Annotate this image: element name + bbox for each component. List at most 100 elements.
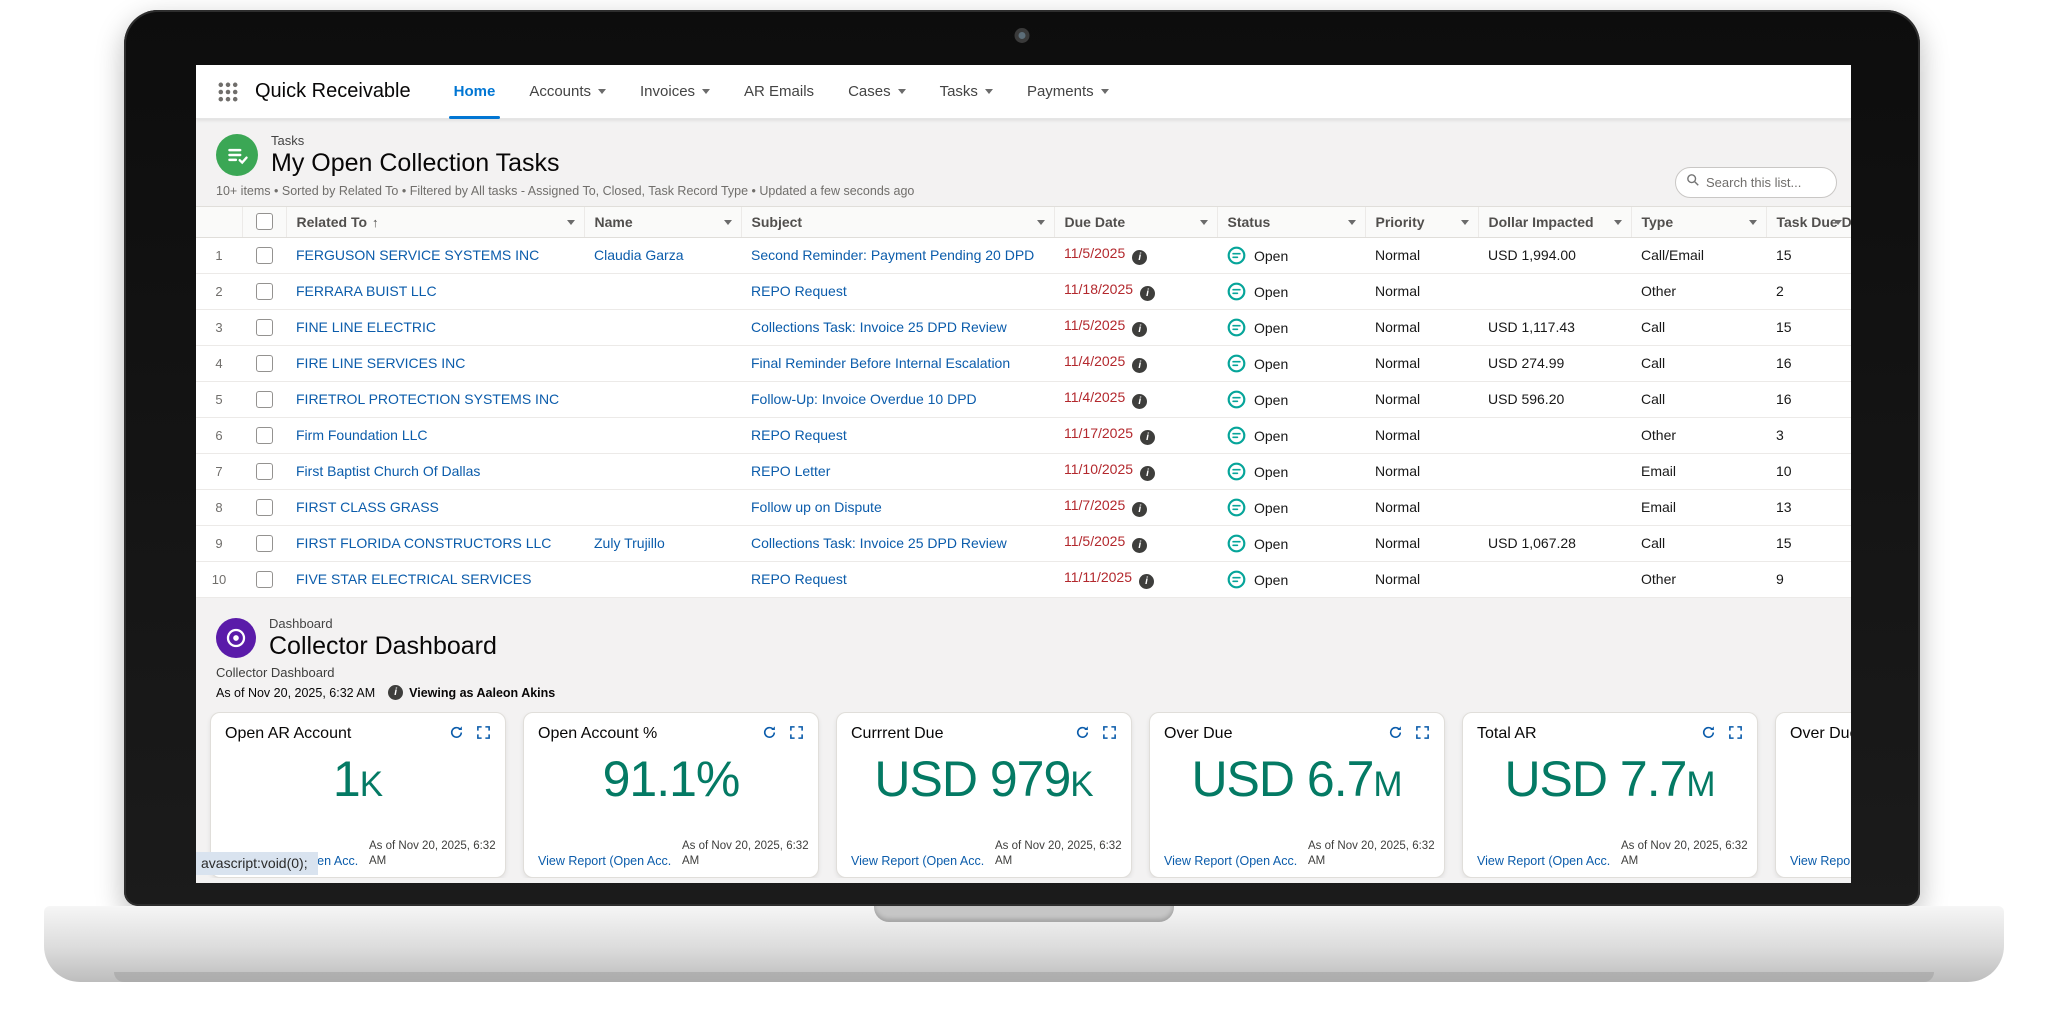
dashboard-section: Dashboard Collector Dashboard Collector … [196, 598, 1851, 878]
row-checkbox[interactable] [255, 570, 273, 588]
view-report-link[interactable]: View Report (Open Acc... [851, 854, 985, 868]
expand-icon[interactable] [1102, 725, 1117, 740]
name-link[interactable]: Claudia Garza [594, 247, 684, 263]
chevron-down-icon[interactable] [1748, 219, 1757, 225]
refresh-icon[interactable] [449, 725, 464, 740]
view-report-link[interactable]: View Report (Open Acc... [538, 854, 672, 868]
name-cell [584, 417, 741, 454]
related-to-link[interactable]: FERGUSON SERVICE SYSTEMS INC [296, 247, 539, 263]
overdue-info-icon[interactable]: i [1140, 286, 1156, 301]
chevron-down-icon[interactable] [723, 219, 732, 225]
related-to-link[interactable]: FIVE STAR ELECTRICAL SERVICES [296, 571, 531, 587]
row-checkbox[interactable] [255, 498, 273, 516]
subject-link[interactable]: Follow-Up: Invoice Overdue 10 DPD [751, 391, 977, 407]
subject-link[interactable]: REPO Request [751, 283, 847, 299]
due-date-cell: 11/4/2025 i [1054, 345, 1217, 382]
refresh-icon[interactable] [1075, 725, 1090, 740]
chevron-down-icon[interactable] [1199, 219, 1208, 225]
column-header-type[interactable]: Type [1630, 205, 1766, 238]
subject-link[interactable]: REPO Request [751, 571, 847, 587]
tab-invoices[interactable]: Invoices [623, 65, 727, 119]
overdue-info-icon[interactable]: i [1132, 358, 1148, 373]
subject-link[interactable]: Collections Task: Invoice 25 DPD Review [751, 319, 1007, 335]
column-header-priority[interactable]: Priority [1364, 205, 1478, 238]
subject-link[interactable]: Collections Task: Invoice 25 DPD Review [751, 535, 1007, 551]
column-header-name[interactable]: Name [583, 205, 741, 238]
search-input[interactable] [1706, 175, 1826, 190]
subject-link[interactable]: Final Reminder Before Internal Escalatio… [751, 355, 1010, 371]
task-due-days-cell: 3 [1766, 417, 1851, 454]
tab-accounts[interactable]: Accounts [512, 65, 623, 119]
expand-icon[interactable] [1415, 725, 1430, 740]
overdue-info-icon[interactable]: i [1132, 322, 1148, 337]
select-all-checkbox[interactable] [255, 213, 273, 231]
refresh-icon[interactable] [762, 725, 777, 740]
metric-value: 1K [332, 751, 384, 807]
page-title: My Open Collection Tasks [271, 149, 560, 177]
dollar-impacted-cell [1478, 489, 1631, 526]
row-checkbox[interactable] [255, 246, 273, 264]
subject-link[interactable]: Follow up on Dispute [751, 499, 882, 515]
name-cell [584, 489, 741, 526]
due-date: 11/5/2025 [1064, 533, 1126, 549]
column-header-dollar-impacted[interactable]: Dollar Impacted [1477, 205, 1631, 238]
chevron-down-icon[interactable] [1347, 219, 1356, 225]
overdue-info-icon[interactable]: i [1140, 466, 1156, 481]
kpi-card-open-account: Open Account % 91.1% View Report (Open Acc… [523, 712, 819, 878]
subject-link[interactable]: REPO Request [751, 427, 847, 443]
row-checkbox[interactable] [255, 534, 273, 552]
row-checkbox[interactable] [255, 282, 273, 300]
related-to-link[interactable]: Firm Foundation LLC [296, 427, 428, 443]
overdue-info-icon[interactable]: i [1140, 430, 1156, 445]
column-header-related-to[interactable]: Related To ↑ [285, 205, 584, 238]
row-checkbox[interactable] [255, 390, 273, 408]
chevron-down-icon[interactable] [566, 219, 575, 225]
related-to-link[interactable]: FINE LINE ELECTRIC [296, 319, 436, 335]
overdue-info-icon[interactable]: i [1132, 502, 1148, 517]
expand-icon[interactable] [789, 725, 804, 740]
row-checkbox[interactable] [255, 426, 273, 444]
tab-cases[interactable]: Cases [831, 65, 923, 119]
view-report-link[interactable]: View Report (Open Acc... [1164, 854, 1298, 868]
name-link[interactable]: Zuly Trujillo [594, 535, 665, 551]
related-to-link[interactable]: FIRE LINE SERVICES INC [296, 355, 465, 371]
row-checkbox[interactable] [255, 462, 273, 480]
related-to-link[interactable]: FIRST FLORIDA CONSTRUCTORS LLC [296, 535, 551, 551]
column-header-task-due-d[interactable]: Task Due D... [1765, 205, 1851, 238]
refresh-icon[interactable] [1701, 725, 1716, 740]
chevron-down-icon[interactable] [1834, 219, 1842, 225]
overdue-info-icon[interactable]: i [1132, 538, 1148, 553]
subject-cell: Collections Task: Invoice 25 DPD Review [741, 525, 1054, 562]
tab-ar-emails[interactable]: AR Emails [727, 65, 831, 119]
related-to-cell: First Baptist Church Of Dallas [286, 453, 584, 490]
info-icon[interactable]: i [388, 685, 404, 700]
chevron-down-icon[interactable] [1613, 219, 1622, 225]
column-header-status[interactable]: Status [1216, 205, 1365, 238]
expand-icon[interactable] [1728, 725, 1743, 740]
tasks-object-icon [216, 134, 258, 177]
tab-label: Home [453, 83, 496, 100]
column-header-subject[interactable]: Subject [740, 205, 1054, 238]
view-report-link[interactable]: View Report (Open Acc... [1477, 854, 1611, 868]
tab-tasks[interactable]: Tasks [923, 65, 1010, 119]
chevron-down-icon[interactable] [1036, 219, 1045, 225]
column-header-due-date[interactable]: Due Date [1053, 205, 1217, 238]
chevron-down-icon[interactable] [1460, 219, 1469, 225]
overdue-info-icon[interactable]: i [1132, 394, 1148, 409]
related-to-link[interactable]: FIRETROL PROTECTION SYSTEMS INC [296, 391, 559, 407]
refresh-icon[interactable] [1388, 725, 1403, 740]
subject-link[interactable]: Second Reminder: Payment Pending 20 DPD [751, 247, 1034, 263]
related-to-link[interactable]: First Baptist Church Of Dallas [296, 463, 480, 479]
app-launcher-icon[interactable] [216, 80, 240, 104]
view-report-link[interactable]: View Report (... [1790, 854, 1851, 868]
related-to-link[interactable]: FIRST CLASS GRASS [296, 499, 439, 515]
expand-icon[interactable] [476, 725, 491, 740]
row-checkbox[interactable] [255, 354, 273, 372]
overdue-info-icon[interactable]: i [1139, 574, 1154, 589]
tab-home[interactable]: Home [437, 65, 513, 119]
related-to-link[interactable]: FERRARA BUIST LLC [296, 283, 437, 299]
row-checkbox[interactable] [255, 318, 273, 336]
tab-payments[interactable]: Payments [1010, 65, 1126, 119]
overdue-info-icon[interactable]: i [1132, 250, 1148, 265]
subject-link[interactable]: REPO Letter [751, 463, 830, 479]
